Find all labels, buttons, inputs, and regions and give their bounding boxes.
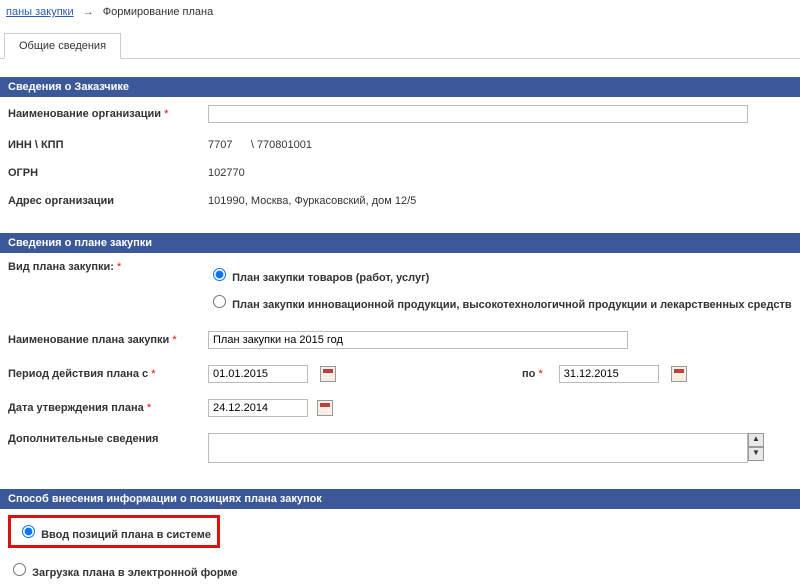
entry-radio-system[interactable] (22, 525, 35, 538)
ogrn-value: 102770 (208, 167, 792, 179)
org-name-input[interactable] (208, 105, 748, 123)
required-marker: * (538, 368, 542, 380)
plan-type-option1-text: План закупки товаров (работ, услуг) (232, 272, 429, 284)
row-entry-option1: Ввод позиций плана в системе (0, 509, 800, 554)
additional-textarea[interactable] (208, 433, 748, 463)
calendar-icon[interactable] (320, 366, 336, 382)
section-header-customer: Сведения о Заказчике (0, 77, 800, 97)
breadcrumb-current: Формирование плана (103, 6, 213, 18)
org-name-label: Наименование организации (8, 108, 161, 120)
entry-option1-text: Ввод позиций плана в системе (41, 529, 211, 541)
period-from-label: Период действия плана с (8, 368, 148, 380)
required-marker: * (147, 402, 151, 414)
inn-kpp-label: ИНН \ КПП (8, 139, 208, 151)
plan-type-option1-label[interactable]: План закупки товаров (работ, услуг) (208, 272, 429, 284)
required-marker: * (151, 368, 155, 380)
section-header-plan: Сведения о плане закупки (0, 233, 800, 253)
approved-date-input[interactable] (208, 399, 308, 417)
scroll-up-icon[interactable]: ▲ (748, 433, 764, 447)
plan-type-radio-innovative[interactable] (213, 295, 226, 308)
plan-type-label: Вид плана закупки: (8, 261, 114, 273)
calendar-icon[interactable] (671, 366, 687, 382)
period-to-label: по (522, 368, 535, 380)
kpp-value: \ 770801001 (251, 139, 312, 151)
tabs-bar: Общие сведения (0, 32, 800, 59)
row-plan-name: Наименование плана закупки * (0, 323, 800, 357)
address-label: Адрес организации (8, 195, 208, 207)
row-ogrn: ОГРН 102770 (0, 159, 800, 187)
row-org-name: Наименование организации * (0, 97, 800, 131)
tab-general[interactable]: Общие сведения (4, 33, 121, 59)
approved-date-label: Дата утверждения плана (8, 402, 144, 414)
entry-option1-label[interactable]: Ввод позиций плана в системе (17, 529, 211, 541)
breadcrumb-link-plans[interactable]: паны закупки (6, 6, 74, 18)
period-to-input[interactable] (559, 365, 659, 383)
plan-name-input[interactable] (208, 331, 628, 349)
entry-radio-upload[interactable] (13, 563, 26, 576)
section-header-entry: Способ внесения информации о позициях пл… (0, 489, 800, 509)
row-address: Адрес организации 101990, Москва, Фуркас… (0, 187, 800, 215)
entry-option2-label[interactable]: Загрузка плана в электронной форме (8, 560, 238, 579)
required-marker: * (172, 334, 176, 346)
address-value: 101990, Москва, Фуркасовский, дом 12/5 (208, 195, 792, 207)
breadcrumb: паны закупки → Формирование плана (0, 0, 800, 24)
row-plan-type: Вид плана закупки: * План закупки товаро… (0, 253, 800, 323)
row-approved-date: Дата утверждения плана * (0, 391, 800, 425)
plan-type-radio-goods[interactable] (213, 268, 226, 281)
plan-name-label: Наименование плана закупки (8, 334, 169, 346)
row-inn-kpp: ИНН \ КПП 7707 \ 770801001 (0, 131, 800, 159)
required-marker: * (164, 108, 168, 120)
row-entry-option2: Загрузка плана в электронной форме (0, 554, 800, 585)
scroll-down-icon[interactable]: ▼ (748, 447, 764, 461)
required-marker: * (117, 261, 121, 273)
row-additional: Дополнительные сведения ▲ ▼ (0, 425, 800, 471)
additional-label: Дополнительные сведения (8, 433, 208, 445)
inn-value: 7707 (208, 139, 232, 151)
row-period: Период действия плана с * по * (0, 357, 800, 391)
plan-type-option2-label[interactable]: План закупки инновационной продукции, вы… (208, 299, 792, 311)
period-from-input[interactable] (208, 365, 308, 383)
ogrn-label: ОГРН (8, 167, 208, 179)
highlight-box: Ввод позиций плана в системе (8, 515, 220, 548)
breadcrumb-arrow-icon: → (83, 6, 94, 18)
plan-type-option2-text: План закупки инновационной продукции, вы… (232, 299, 792, 311)
calendar-icon[interactable] (317, 400, 333, 416)
